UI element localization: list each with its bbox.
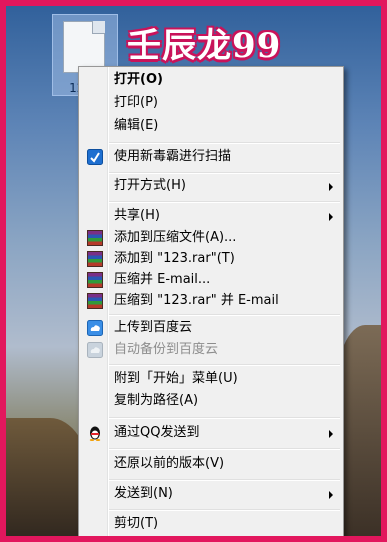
menu-item-label: 添加到 "123.rar"(T) <box>114 251 235 266</box>
menu-item-label: 发送到(N) <box>114 486 173 501</box>
menu-item-cut[interactable]: 剪切(T) <box>81 513 341 535</box>
submenu-arrow-icon <box>329 213 333 221</box>
menu-item-label: 剪切(T) <box>114 516 159 531</box>
menu-item-open[interactable]: 打开(O) <box>81 69 341 91</box>
menu-item-pin-start[interactable]: 附到「开始」菜单(U) <box>81 368 341 390</box>
context-menu: 打开(O) 打印(P) 编辑(E) 使用新毒霸进行扫描 打开方式(H) 共享(H… <box>78 66 344 542</box>
menu-separator <box>109 314 340 316</box>
menu-item-duba-scan[interactable]: 使用新毒霸进行扫描 <box>81 146 341 168</box>
menu-separator <box>109 142 340 144</box>
menu-item-print[interactable]: 打印(P) <box>81 92 341 114</box>
winrar-icon <box>87 230 103 246</box>
winrar-icon <box>87 251 103 267</box>
winrar-icon <box>87 272 103 288</box>
menu-item-open-with[interactable]: 打开方式(H) <box>81 175 341 197</box>
duba-icon <box>87 149 103 165</box>
menu-item-label: 还原以前的版本(V) <box>114 456 225 471</box>
menu-separator <box>109 417 340 419</box>
menu-separator <box>109 172 340 174</box>
menu-item-label: 使用新毒霸进行扫描 <box>114 149 232 164</box>
menu-item-label: 编辑(E) <box>114 118 159 133</box>
menu-item-label: 打印(P) <box>114 95 158 110</box>
menu-separator <box>109 364 340 366</box>
menu-item-label: 上传到百度云 <box>114 320 193 335</box>
menu-item-compress-email[interactable]: 压缩并 E-mail... <box>81 269 341 291</box>
menu-separator <box>109 479 340 481</box>
submenu-arrow-icon <box>329 183 333 191</box>
menu-item-label: 附到「开始」菜单(U) <box>114 371 238 386</box>
menu-item-add-to-rar[interactable]: 添加到 "123.rar"(T) <box>81 248 341 270</box>
menu-separator <box>109 201 340 203</box>
menu-item-label: 打开(O) <box>114 72 163 87</box>
menu-separator <box>109 448 340 450</box>
baidu-cloud-icon <box>87 342 103 358</box>
menu-item-label: 通过QQ发送到 <box>114 425 200 440</box>
menu-item-restore-versions[interactable]: 还原以前的版本(V) <box>81 453 341 475</box>
menu-item-label: 压缩到 "123.rar" 并 E-mail <box>114 293 279 308</box>
menu-item-send-via-qq[interactable]: 通过QQ发送到 <box>81 422 341 444</box>
submenu-arrow-icon <box>329 430 333 438</box>
menu-separator <box>109 509 340 511</box>
winrar-icon <box>87 293 103 309</box>
menu-item-label: 自动备份到百度云 <box>114 342 219 357</box>
qq-penguin-icon <box>87 425 103 441</box>
menu-item-backup-baidu[interactable]: 自动备份到百度云 <box>81 339 341 361</box>
menu-item-edit[interactable]: 编辑(E) <box>81 115 341 137</box>
menu-item-label: 打开方式(H) <box>114 178 186 193</box>
submenu-arrow-icon <box>329 491 333 499</box>
watermark-text: 壬辰龙99 <box>127 26 282 66</box>
menu-item-share[interactable]: 共享(H) <box>81 205 341 227</box>
rock-hill-left <box>0 418 90 542</box>
baidu-cloud-icon <box>87 320 103 336</box>
menu-item-compress-rar-email[interactable]: 压缩到 "123.rar" 并 E-mail <box>81 290 341 312</box>
menu-item-add-to-archive[interactable]: 添加到压缩文件(A)... <box>81 227 341 249</box>
menu-item-label: 添加到压缩文件(A)... <box>114 230 237 245</box>
menu-item-label: 复制为路径(A) <box>114 393 199 408</box>
menu-item-copy-path[interactable]: 复制为路径(A) <box>81 390 341 412</box>
menu-item-send-to[interactable]: 发送到(N) <box>81 483 341 505</box>
menu-item-label: 共享(H) <box>114 208 160 223</box>
menu-item-upload-baidu[interactable]: 上传到百度云 <box>81 317 341 339</box>
menu-item-label: 压缩并 E-mail... <box>114 272 211 287</box>
